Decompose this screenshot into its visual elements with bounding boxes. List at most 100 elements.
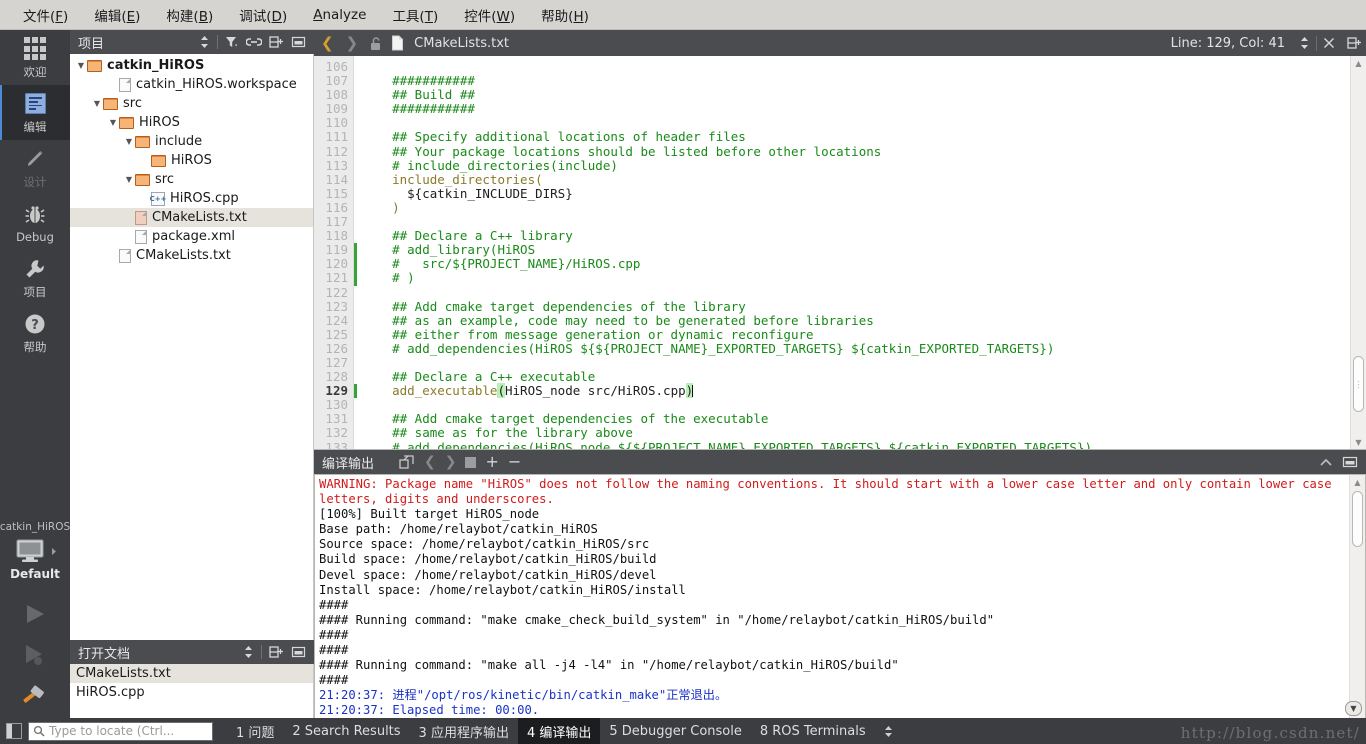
line-number: 111 [325,129,348,145]
mode-button-项目[interactable]: 项目 [0,250,70,305]
debug-button[interactable] [20,643,50,670]
split-icon[interactable] [1347,36,1362,50]
menu-item-1[interactable]: 编辑(E) [81,1,153,29]
link-icon[interactable] [246,35,262,49]
folder-icon [119,116,134,129]
output-line: #### [319,627,349,642]
output-tab-编译输出[interactable]: 4 编译输出 [517,717,601,744]
scroll-up-arrow[interactable]: ▲ [1351,56,1366,70]
menu-item-7[interactable]: 帮助(H) [528,1,602,29]
project-tree[interactable]: ▼ catkin_HiROS catkin_HiROS.workspace ▼ src ▼… [70,54,314,640]
output-tab-应用程序输出[interactable]: 3 应用程序输出 [410,718,518,744]
wrench-icon-wrap [22,256,48,282]
maximize-icon[interactable] [1342,455,1358,469]
folder-icon [135,173,150,186]
stop-icon[interactable] [465,456,477,468]
split-icon[interactable] [269,645,284,659]
chevron-down-icon[interactable]: ▼ [123,137,135,146]
collapse-icon[interactable] [1319,456,1333,469]
open-documents-list[interactable]: CMakeLists.txt HiROS.cpp [70,664,314,718]
split-icon[interactable] [269,35,284,49]
tree-item-catkin_HiROS.workspace[interactable]: catkin_HiROS.workspace [70,75,313,94]
tree-item-catkin_HiROS[interactable]: ▼ catkin_HiROS [70,56,313,75]
bug-icon [25,205,45,223]
open-document-CMakeLists.txt[interactable]: CMakeLists.txt [70,664,313,683]
output-tab-Debugger Console[interactable]: 5 Debugger Console [600,720,751,743]
scroll-down-arrow[interactable]: ▼ [1351,435,1366,449]
tree-item-HiROS[interactable]: HiROS [70,151,313,170]
menu-item-0[interactable]: 文件(F) [10,1,81,29]
mode-button-编辑[interactable]: 编辑 [0,85,70,140]
minimize-icon[interactable] [291,35,306,49]
open-in-editor-icon[interactable] [399,454,415,470]
output-tab-Search Results[interactable]: 2 Search Results [283,720,409,743]
code-token: # add_library(HiROS [362,242,536,258]
locator-input[interactable]: Type to locate (Ctrl... [28,721,213,741]
tree-item-HiROS[interactable]: ▼ HiROS [70,113,313,132]
filter-icon[interactable] [225,35,239,49]
navigate-forward-button[interactable]: ❯ [343,34,362,52]
tree-item-src[interactable]: ▼ src [70,170,313,189]
updown-arrow-icon[interactable] [1299,36,1310,50]
mode-button-帮助[interactable]: ? 帮助 [0,305,70,360]
menu-item-5[interactable]: 工具(T) [379,1,451,29]
line-number: 126 [325,340,348,356]
scroll-up-arrow[interactable]: ▲ [1350,475,1365,489]
output-tab-问题[interactable]: 1 问题 [227,718,283,744]
open-document-HiROS.cpp[interactable]: HiROS.cpp [70,683,313,702]
tree-item-HiROS.cpp[interactable]: C++ HiROS.cpp [70,189,313,208]
close-icon[interactable] [1323,37,1335,49]
mode-button-欢迎[interactable]: 欢迎 [0,30,70,85]
mode-button-Debug[interactable]: Debug [0,195,70,250]
updown-arrow-icon[interactable] [883,725,894,738]
compile-output-body[interactable]: WARNING: Package name "HiROS" does not f… [314,474,1366,718]
scrollbar-thumb[interactable] [1353,356,1364,412]
zoom-out-icon[interactable]: − [508,454,521,470]
output-pane-corner-button[interactable]: ▼ [1345,701,1362,716]
scrollbar-thumb[interactable] [1352,491,1363,547]
code-token: ## Add cmake target dependencies of the … [362,411,769,427]
folder-icon [103,97,118,110]
output-tab-ROS Terminals[interactable]: 8 ROS Terminals [751,720,875,743]
output-vertical-scrollbar[interactable]: ▲ ▼ [1349,475,1365,718]
tree-item-include[interactable]: ▼ include [70,132,313,151]
code-line: ## Add cmake target dependencies of the … [362,299,1350,314]
minimize-icon[interactable] [291,645,306,659]
tree-item-src[interactable]: ▼ src [70,94,313,113]
run-button[interactable] [20,602,50,629]
output-line: Source space: /home/relaybot/catkin_HiRO… [319,537,650,552]
chevron-down-icon[interactable]: ▼ [107,118,119,127]
build-button[interactable] [19,683,51,712]
navigate-back-button[interactable]: ❮ [318,34,337,52]
code-editor[interactable]: 106 107 108 109 110 111 112 113 114 115 116 117 118 1… [314,56,1366,450]
menu-item-3[interactable]: 调试(D) [226,1,300,29]
editor-filename[interactable]: CMakeLists.txt [414,36,509,51]
tree-item-CMakeLists.txt[interactable]: CMakeLists.txt [70,208,313,227]
code-token: include_directories( [362,171,543,187]
code-line: ########### [362,74,1350,88]
code-content[interactable]: ########### ## Build ## ########### ## S… [354,56,1350,449]
sidebar-toggle-icon[interactable] [6,723,22,739]
line-number: 120 [325,256,348,272]
editor-vertical-scrollbar[interactable]: ▲ ▼ [1350,56,1366,449]
tree-item-package.xml[interactable]: package.xml [70,227,313,246]
menu-item-4[interactable]: Analyze [300,3,379,27]
chevron-down-icon[interactable]: ▼ [91,99,103,108]
tree-item-CMakeLists.txt[interactable]: CMakeLists.txt [70,246,313,265]
tree-item-label: HiROS.cpp [170,191,239,206]
sort-icon[interactable] [243,645,254,659]
chevron-down-icon[interactable]: ▼ [75,61,87,70]
tree-item-label: HiROS [171,153,212,168]
zoom-in-icon[interactable]: + [485,454,498,470]
menu-item-2[interactable]: 构建(B) [153,1,226,29]
kit-selector-area[interactable]: catkin_HiROS Default [0,521,70,718]
kit-selector-button[interactable] [13,538,58,564]
code-token: # add_dependencies(HiROS_node ${${PROJEC… [362,439,1092,449]
mode-button-label: Debug [16,229,54,244]
sort-icon[interactable] [199,35,210,49]
next-issue-button[interactable]: ❯ [445,454,457,470]
prev-issue-button[interactable]: ❮ [424,454,436,470]
chevron-down-icon[interactable]: ▼ [123,175,135,184]
unlock-icon[interactable] [369,36,382,51]
menu-item-6[interactable]: 控件(W) [451,1,528,29]
